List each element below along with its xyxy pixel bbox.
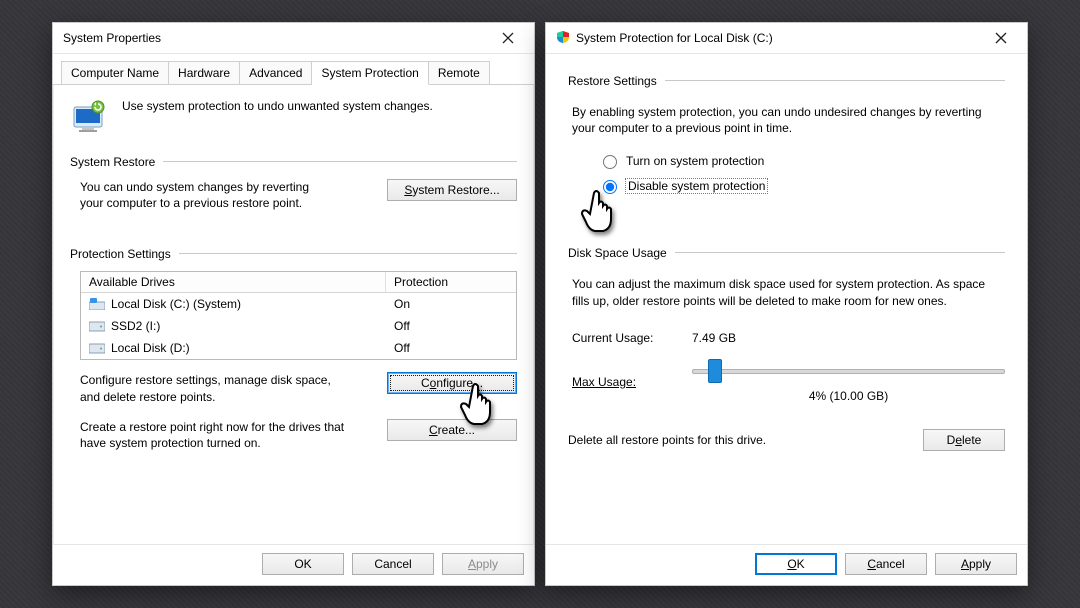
- drive-icon: [89, 342, 105, 354]
- title-bar[interactable]: System Properties: [53, 23, 534, 54]
- group-restore-settings: Restore Settings: [568, 74, 665, 88]
- title-bar[interactable]: System Protection for Local Disk (C:): [546, 23, 1027, 54]
- tab-hardware[interactable]: Hardware: [169, 61, 240, 85]
- close-icon: [995, 32, 1007, 44]
- drives-table: Available Drives Protection Local Disk (…: [80, 271, 517, 360]
- system-restore-button[interactable]: System Restore...: [387, 179, 517, 201]
- current-usage-label: Current Usage:: [572, 331, 692, 345]
- delete-button[interactable]: Delete: [923, 429, 1005, 451]
- apply-button[interactable]: Apply: [935, 553, 1017, 575]
- system-properties-window: System Properties Computer Name Hardware…: [52, 22, 535, 586]
- apply-button[interactable]: Apply: [442, 553, 524, 575]
- table-row[interactable]: Local Disk (C:) (System) On: [81, 293, 516, 315]
- shield-icon: [556, 30, 570, 47]
- max-usage-label: Max Usage:: [572, 375, 692, 389]
- create-text: Create a restore point right now for the…: [80, 419, 369, 451]
- ok-button[interactable]: OK: [755, 553, 837, 575]
- max-usage-value: 4% (10.00 GB): [692, 389, 1005, 403]
- restore-settings-text: By enabling system protection, you can u…: [572, 104, 1005, 136]
- dialog-buttons: OK Cancel Apply: [546, 544, 1027, 585]
- dialog-body: Restore Settings By enabling system prot…: [546, 54, 1027, 544]
- system-restore-icon: [70, 99, 108, 135]
- radio-turn-on[interactable]: Turn on system protection: [568, 152, 1005, 169]
- table-row[interactable]: Local Disk (D:) Off: [81, 337, 516, 359]
- radio-disable[interactable]: Disable system protection: [568, 177, 1005, 194]
- system-protection-config-window: System Protection for Local Disk (C:) Re…: [545, 22, 1028, 586]
- drives-header-name[interactable]: Available Drives: [81, 272, 386, 292]
- disk-usage-text: You can adjust the maximum disk space us…: [572, 276, 1005, 308]
- tab-body: Use system protection to undo unwanted s…: [53, 85, 534, 544]
- close-button[interactable]: [490, 25, 526, 51]
- close-button[interactable]: [983, 25, 1019, 51]
- group-system-restore: System Restore: [70, 155, 163, 169]
- window-title: System Protection for Local Disk (C:): [576, 31, 983, 45]
- tab-advanced[interactable]: Advanced: [240, 61, 312, 85]
- drives-header-protection[interactable]: Protection: [386, 272, 516, 292]
- system-drive-icon: [89, 298, 105, 310]
- hint-text: Use system protection to undo unwanted s…: [122, 99, 433, 113]
- dialog-buttons: OK Cancel Apply: [53, 544, 534, 585]
- max-usage-slider[interactable]: [692, 361, 1005, 383]
- ok-button[interactable]: OK: [262, 553, 344, 575]
- configure-text: Configure restore settings, manage disk …: [80, 372, 340, 404]
- slider-thumb[interactable]: [708, 359, 722, 383]
- group-protection-settings: Protection Settings: [70, 247, 179, 261]
- system-restore-text: You can undo system changes by reverting…: [80, 179, 330, 211]
- cancel-button[interactable]: Cancel: [845, 553, 927, 575]
- tab-remote[interactable]: Remote: [429, 61, 490, 85]
- table-row[interactable]: SSD2 (I:) Off: [81, 315, 516, 337]
- window-title: System Properties: [63, 31, 490, 45]
- create-button[interactable]: Create...: [387, 419, 517, 441]
- group-disk-space-usage: Disk Space Usage: [568, 246, 675, 260]
- drive-icon: [89, 320, 105, 332]
- tab-computer-name[interactable]: Computer Name: [61, 61, 169, 85]
- close-icon: [502, 32, 514, 44]
- tab-system-protection[interactable]: System Protection: [312, 61, 428, 85]
- configure-button[interactable]: Configure...: [387, 372, 517, 394]
- current-usage-value: 7.49 GB: [692, 331, 1005, 345]
- radio-disable-input[interactable]: [603, 180, 617, 194]
- radio-turn-on-input[interactable]: [603, 155, 617, 169]
- cancel-button[interactable]: Cancel: [352, 553, 434, 575]
- tab-strip: Computer Name Hardware Advanced System P…: [53, 54, 534, 85]
- delete-restore-points-text: Delete all restore points for this drive…: [568, 433, 766, 447]
